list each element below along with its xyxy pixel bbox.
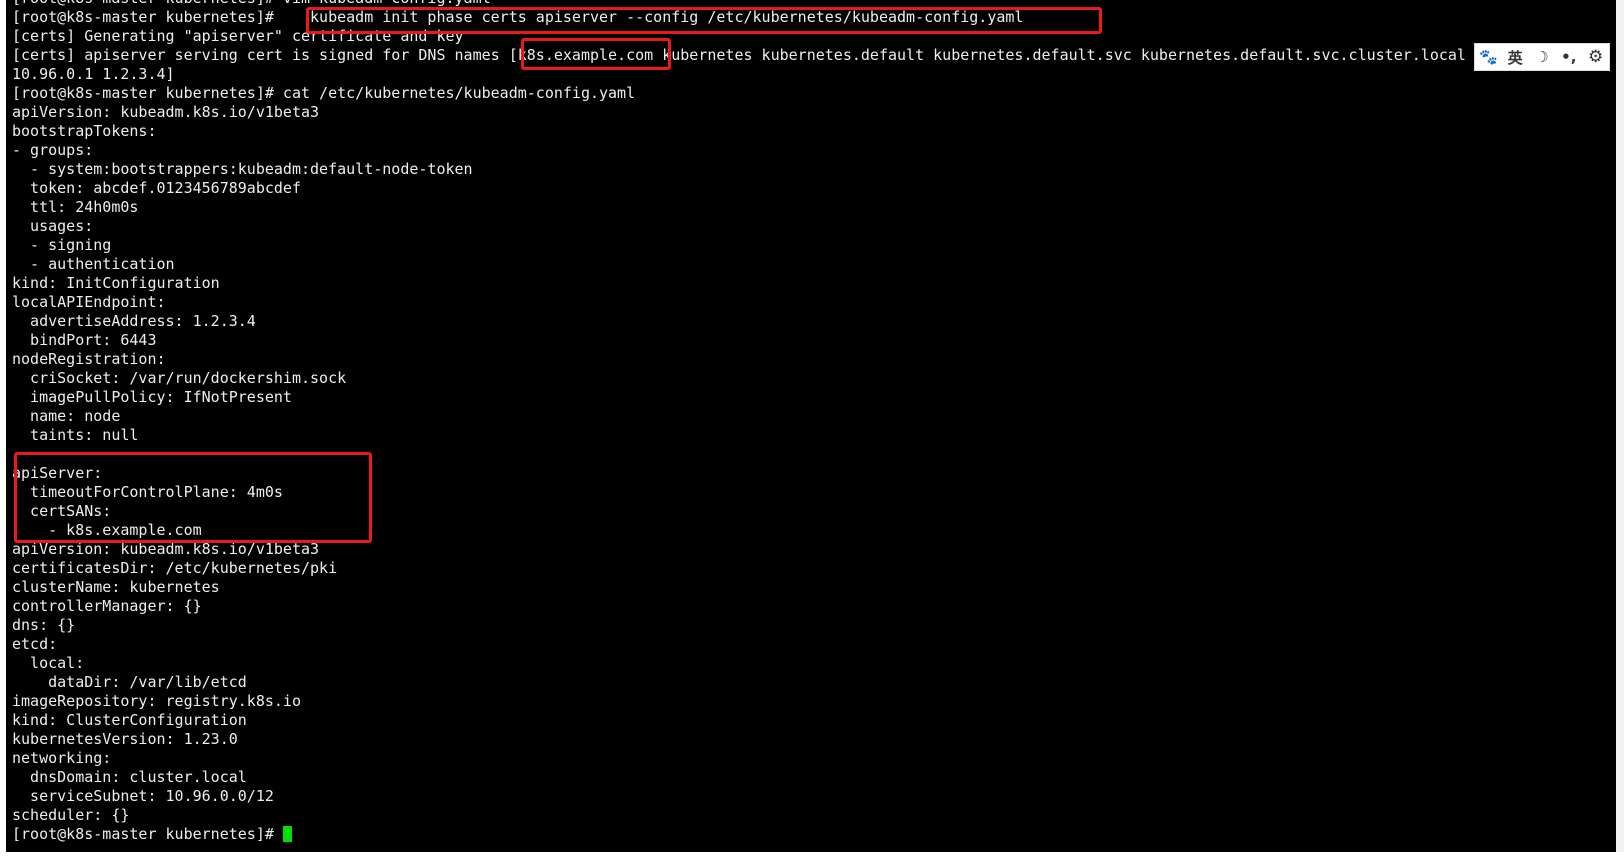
terminal-line: scheduler: {} [12, 806, 130, 824]
terminal-line: kind: ClusterConfiguration [12, 711, 247, 729]
gear-icon[interactable]: ⚙ [1585, 46, 1607, 68]
terminal-line: advertiseAddress: 1.2.3.4 [12, 312, 256, 330]
terminal-line: dataDir: /var/lib/etcd [12, 673, 247, 691]
terminal-line: - system:bootstrappers:kubeadm:default-n… [12, 160, 473, 178]
highlight-box-command [306, 7, 1102, 34]
terminal-line: ttl: 24h0m0s [12, 198, 139, 216]
terminal-line: serviceSubnet: 10.96.0.0/12 [12, 787, 274, 805]
punctuation-icon[interactable]: •, [1558, 46, 1580, 68]
terminal-window[interactable]: [root@k8s-master kubernetes]# vim kubead… [6, 0, 1616, 852]
terminal-line: criSocket: /var/run/dockershim.sock [12, 369, 347, 387]
terminal-line: - groups: [12, 141, 94, 159]
moon-icon[interactable]: ☽ [1531, 46, 1553, 68]
terminal-line: - signing [12, 236, 112, 254]
status-strip [0, 852, 1624, 866]
terminal-prompt: [root@k8s-master kubernetes]# [12, 825, 283, 843]
ime-toolbar: 🐾 英 ☽ •, ⚙ [1474, 43, 1610, 71]
terminal-line: nodeRegistration: [12, 350, 166, 368]
terminal-line: imageRepository: registry.k8s.io [12, 692, 301, 710]
terminal-line: [root@k8s-master kubernetes]# cat /etc/k… [12, 84, 636, 102]
terminal-cursor [282, 826, 292, 842]
terminal-prompt-line[interactable]: [root@k8s-master kubernetes]# [12, 825, 1484, 844]
terminal-line: imagePullPolicy: IfNotPresent [12, 388, 292, 406]
terminal-line: dnsDomain: cluster.local [12, 768, 247, 786]
terminal-line: local: [12, 654, 85, 672]
language-toggle-button[interactable]: 英 [1504, 46, 1526, 68]
terminal-line: apiVersion: kubeadm.k8s.io/v1beta3 [12, 103, 320, 121]
terminal-line: name: node [12, 407, 121, 425]
terminal-line: usages: [12, 217, 94, 235]
terminal-line: localAPIEndpoint: [12, 293, 166, 311]
paw-icon[interactable]: 🐾 [1477, 46, 1499, 68]
terminal-line: bindPort: 6443 [12, 331, 157, 349]
window-right-edge [1616, 0, 1624, 852]
highlight-box-apiserver-config [14, 452, 372, 543]
terminal-line: kind: InitConfiguration [12, 274, 220, 292]
terminal-line: bootstrapTokens: [12, 122, 157, 140]
terminal-line: [certs] apiserver serving cert is signed… [12, 46, 1485, 64]
terminal-line: clusterName: kubernetes [12, 578, 220, 596]
terminal-output: [root@k8s-master kubernetes]# vim kubead… [12, 0, 1484, 844]
terminal-line: - authentication [12, 255, 175, 273]
terminal-line: certificatesDir: /etc/kubernetes/pki [12, 559, 338, 577]
terminal-line: taints: null [12, 426, 139, 444]
terminal-line: networking: [12, 749, 112, 767]
terminal-line: dns: {} [12, 616, 76, 634]
terminal-line: 10.96.0.1 1.2.3.4] [12, 65, 175, 83]
terminal-line: controllerManager: {} [12, 597, 202, 615]
screenshot-root: [root@k8s-master kubernetes]# vim kubead… [0, 0, 1624, 866]
terminal-line: kubernetesVersion: 1.23.0 [12, 730, 238, 748]
terminal-line: token: abcdef.0123456789abcdef [12, 179, 301, 197]
highlight-box-dns-name [521, 38, 671, 70]
terminal-line: etcd: [12, 635, 58, 653]
